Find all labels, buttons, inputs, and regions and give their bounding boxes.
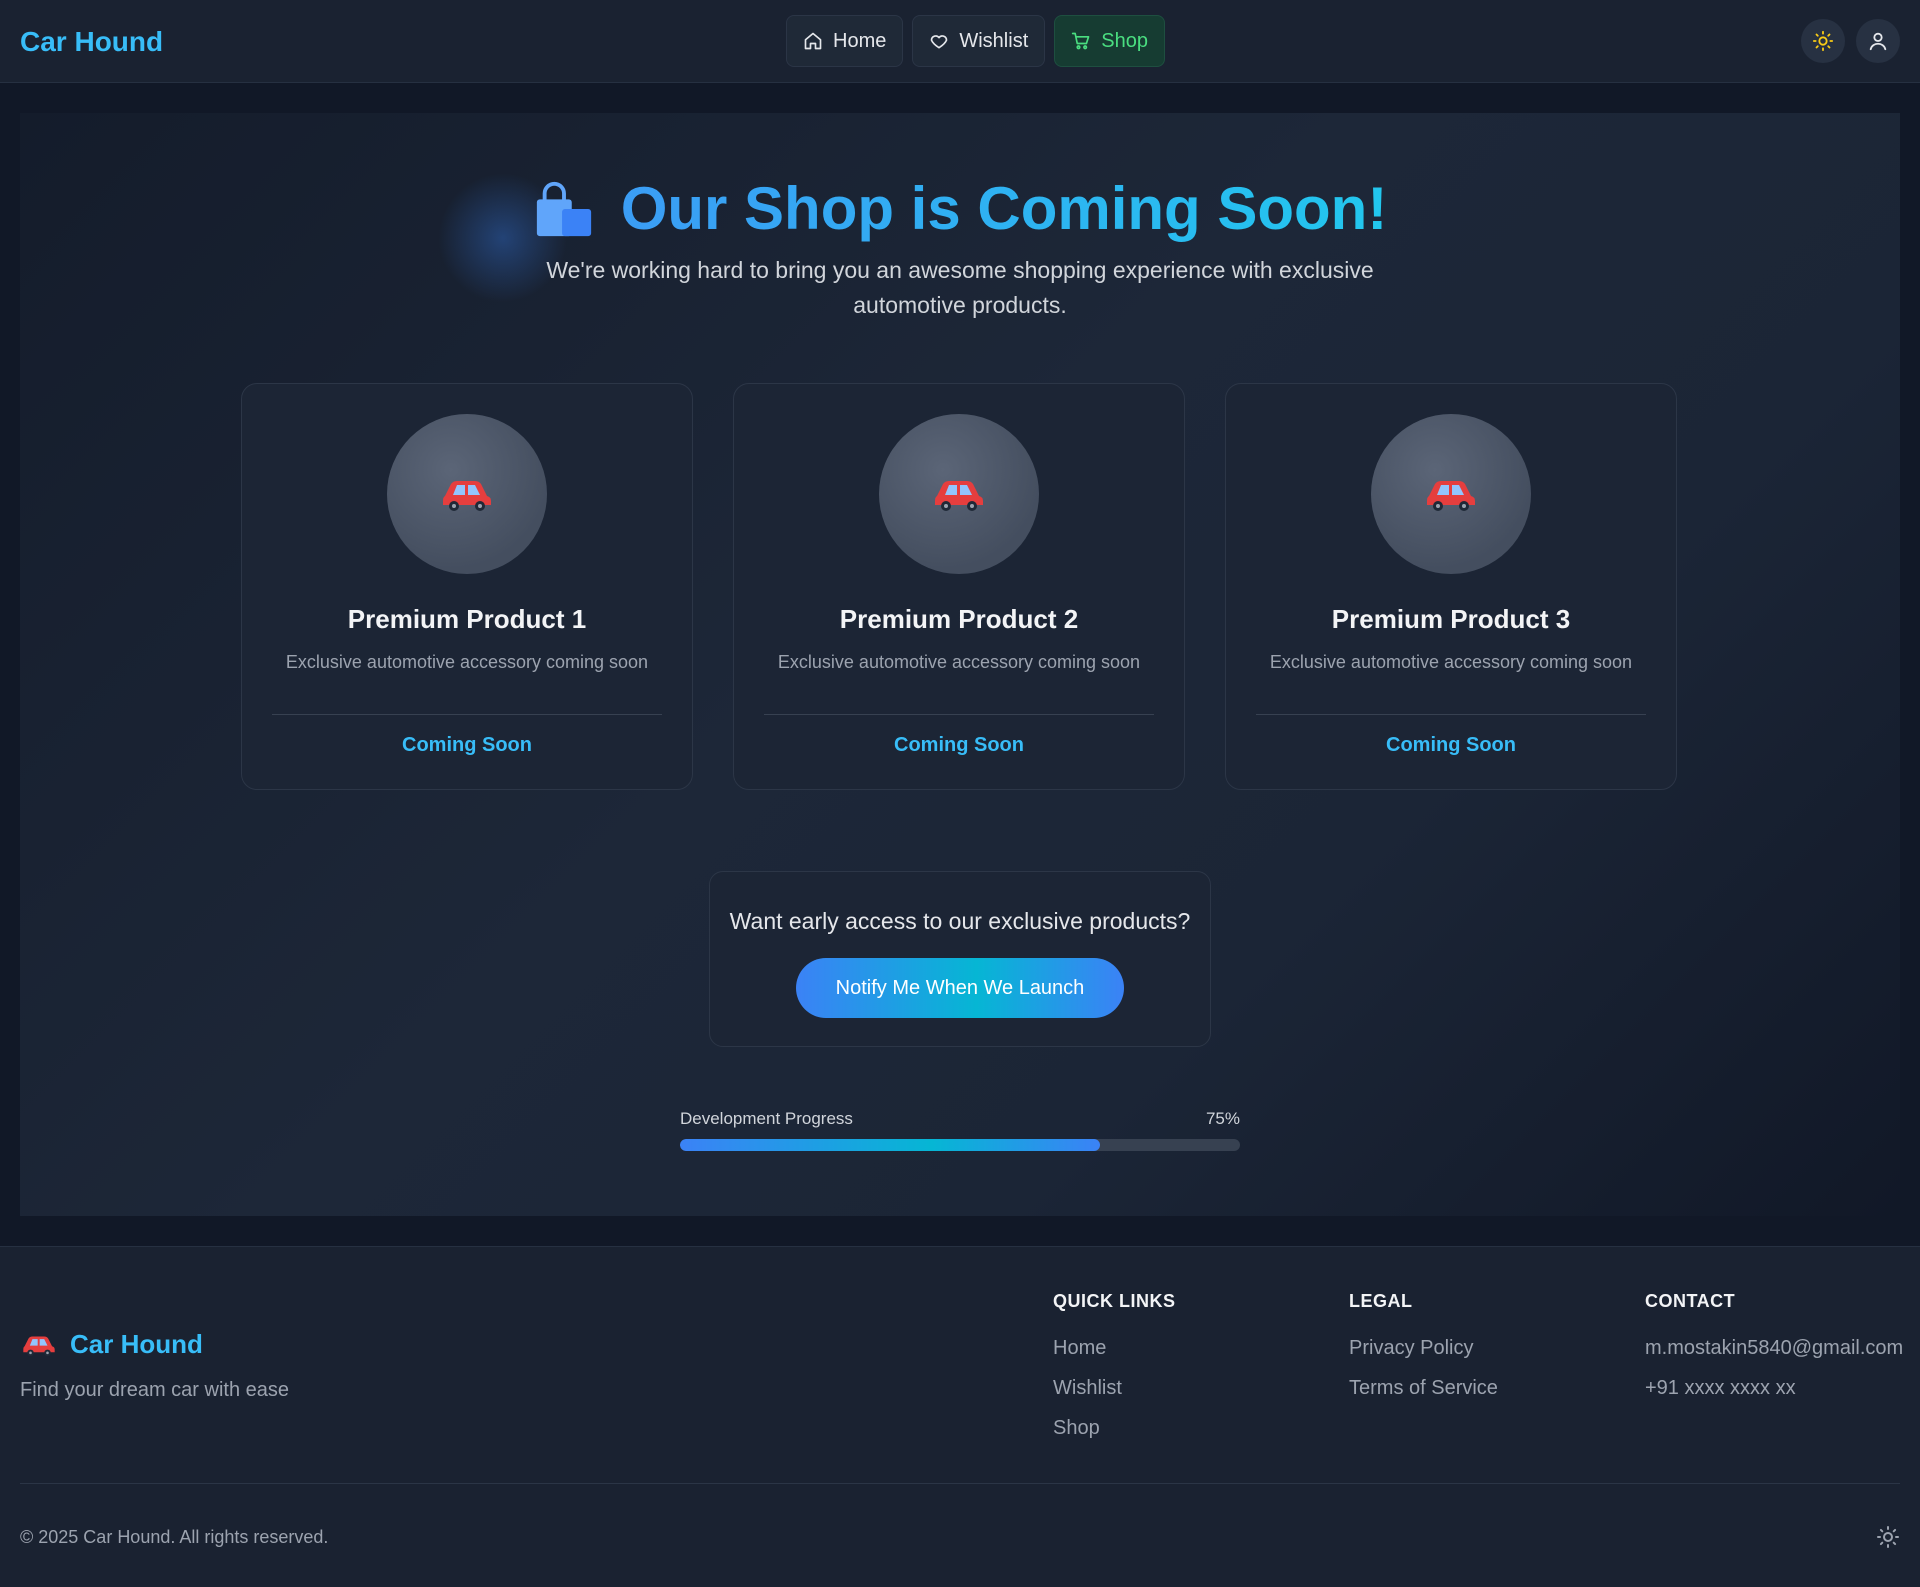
- nav-shop-label: Shop: [1101, 29, 1148, 52]
- product-status: Coming Soon: [1386, 734, 1516, 756]
- car-icon: [443, 481, 491, 511]
- product-description: Exclusive automotive accessory coming so…: [285, 652, 649, 672]
- product-card[interactable]: Premium Product 3 Exclusive automotive a…: [1225, 383, 1677, 790]
- footer-heading: LEGAL: [1349, 1291, 1413, 1311]
- theme-toggle-button[interactable]: [1801, 19, 1845, 63]
- page-title: Our Shop is Coming Soon!: [621, 173, 1388, 245]
- brand-logo-link[interactable]: Car Hound: [20, 26, 163, 58]
- car-icon: [23, 1336, 55, 1356]
- progress-fill: [680, 1139, 1100, 1151]
- early-access-box: Want early access to our exclusive produ…: [709, 871, 1211, 1047]
- development-progress: Development Progress 75%: [680, 1109, 1240, 1151]
- footer-link-shop[interactable]: Shop: [1053, 1416, 1176, 1440]
- top-navbar: Car Hound Home Wishlist Shop: [0, 0, 1920, 83]
- early-access-prompt: Want early access to our exclusive produ…: [729, 908, 1191, 934]
- nav-home-button[interactable]: Home: [786, 15, 904, 67]
- footer-divider: [20, 1483, 1900, 1484]
- product-card[interactable]: Premium Product 1 Exclusive automotive a…: [241, 383, 693, 790]
- shop-coming-soon-panel: Our Shop is Coming Soon! We're working h…: [20, 113, 1900, 1216]
- main-nav: Home Wishlist Shop: [786, 15, 1165, 67]
- product-status: Coming Soon: [402, 734, 532, 756]
- progress-track: [680, 1139, 1240, 1151]
- progress-label: Development Progress: [680, 1109, 853, 1128]
- footer-contact-phone: +91 xxxx xxxx xx: [1645, 1377, 1796, 1399]
- product-image-placeholder: [1371, 414, 1531, 574]
- footer-contact-email[interactable]: m.mostakin5840@gmail.com: [1645, 1336, 1903, 1360]
- product-cards: Premium Product 1 Exclusive automotive a…: [241, 383, 1677, 790]
- user-profile-button[interactable]: [1856, 19, 1900, 63]
- nav-home-label: Home: [833, 29, 887, 52]
- footer-link-home[interactable]: Home: [1053, 1336, 1176, 1360]
- product-name: Premium Product 2: [839, 604, 1079, 634]
- nav-shop-button[interactable]: Shop: [1054, 15, 1165, 67]
- footer-link-wishlist[interactable]: Wishlist: [1053, 1376, 1176, 1400]
- footer-quick-links: QUICK LINKS Home Wishlist Shop: [1053, 1291, 1176, 1456]
- footer-link-terms[interactable]: Terms of Service: [1349, 1376, 1498, 1400]
- hero-subtitle: We're working hard to bring you an aweso…: [546, 257, 1374, 318]
- footer-contact: CONTACT m.mostakin5840@gmail.com +91 xxx…: [1645, 1291, 1903, 1416]
- footer-heading: QUICK LINKS: [1053, 1291, 1176, 1311]
- copyright-text: © 2025 Car Hound. All rights reserved.: [20, 1527, 329, 1547]
- product-name: Premium Product 3: [1331, 604, 1571, 634]
- footer-brand[interactable]: Car Hound: [22, 1329, 203, 1360]
- product-image-placeholder: [879, 414, 1039, 574]
- footer-tagline: Find your dream car with ease: [20, 1379, 290, 1401]
- car-icon: [1427, 481, 1475, 511]
- footer-link-privacy[interactable]: Privacy Policy: [1349, 1336, 1498, 1360]
- product-description: Exclusive automotive accessory coming so…: [777, 652, 1141, 672]
- progress-value: 75%: [1205, 1109, 1240, 1128]
- product-description: Exclusive automotive accessory coming so…: [1269, 652, 1633, 672]
- nav-wishlist-label: Wishlist: [959, 29, 1029, 52]
- notify-me-button[interactable]: Notify Me When We Launch: [796, 958, 1124, 1018]
- cart-icon: [1072, 32, 1090, 50]
- card-divider: [1256, 714, 1646, 715]
- hero-heading: Our Shop is Coming Soon!: [20, 173, 1900, 245]
- car-icon: [935, 481, 983, 511]
- shopping-bags-icon: [536, 181, 591, 237]
- footer-legal: LEGAL Privacy Policy Terms of Service: [1349, 1291, 1498, 1416]
- card-divider: [764, 714, 1154, 715]
- product-name: Premium Product 1: [347, 604, 587, 634]
- site-footer: Car Hound Find your dream car with ease …: [0, 1246, 1920, 1587]
- product-card[interactable]: Premium Product 2 Exclusive automotive a…: [733, 383, 1185, 790]
- progress-header: Development Progress 75%: [680, 1109, 1240, 1129]
- home-icon: [804, 32, 822, 50]
- product-status: Coming Soon: [894, 734, 1024, 756]
- sun-icon: [1812, 30, 1834, 52]
- footer-brand-name: Car Hound: [70, 1329, 203, 1359]
- footer-heading: CONTACT: [1645, 1291, 1736, 1311]
- sun-icon[interactable]: [1876, 1525, 1900, 1549]
- product-image-placeholder: [387, 414, 547, 574]
- card-divider: [272, 714, 662, 715]
- nav-wishlist-button[interactable]: Wishlist: [912, 15, 1046, 67]
- heart-icon: [931, 35, 948, 49]
- user-icon: [1869, 32, 1887, 51]
